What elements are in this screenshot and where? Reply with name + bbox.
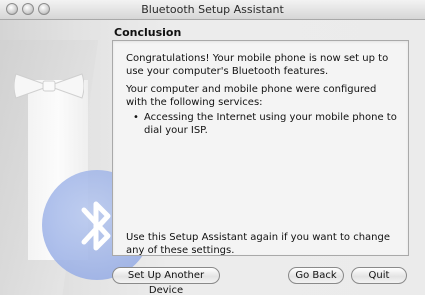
title-bar[interactable]: Bluetooth Setup Assistant <box>0 0 425 20</box>
footer-hint-text: Use this Setup Assistant again if you wa… <box>126 232 390 256</box>
services-intro-text: Your computer and mobile phone were conf… <box>126 84 377 108</box>
service-item-text: Accessing the Internet using your mobile… <box>144 112 397 136</box>
quit-button[interactable]: Quit <box>351 267 407 284</box>
bluetooth-setup-assistant-window: Bluetooth Setup Assistant Conclusion Con… <box>0 0 425 295</box>
go-back-button[interactable]: Go Back <box>288 267 344 284</box>
bullet-icon: • <box>133 112 139 123</box>
list-item: • Accessing the Internet using your mobi… <box>126 111 398 137</box>
conclusion-panel: Congratulations! Your mobile phone is no… <box>112 40 409 256</box>
page-heading: Conclusion <box>114 26 182 39</box>
set-up-another-device-button[interactable]: Set Up Another Device <box>112 267 220 295</box>
congratulations-text: Congratulations! Your mobile phone is no… <box>126 53 389 77</box>
window-title: Bluetooth Setup Assistant <box>141 3 284 16</box>
bowtie-icon <box>14 73 84 99</box>
